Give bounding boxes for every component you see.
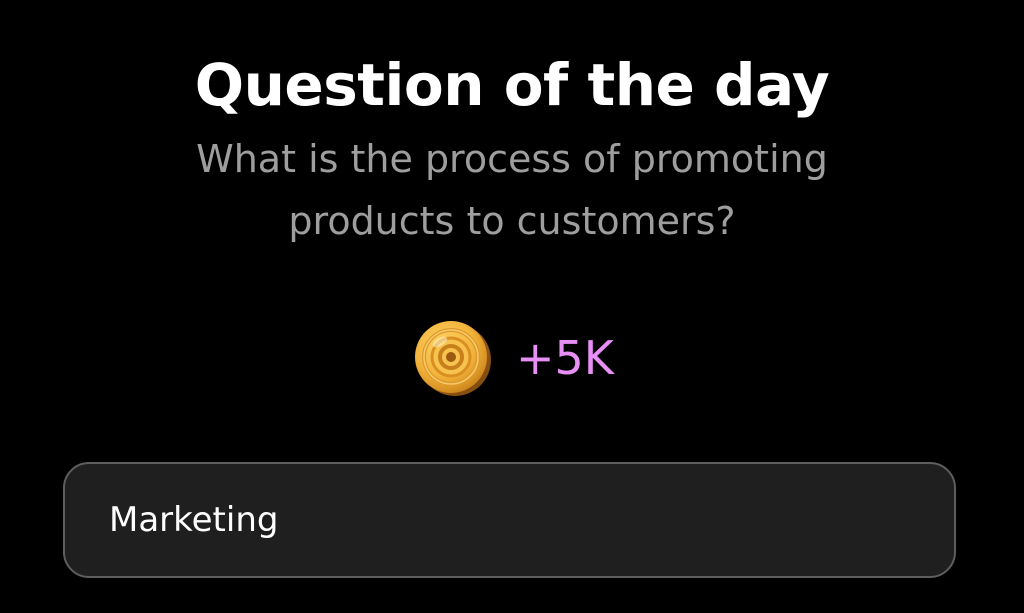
- reward-amount: +5K: [516, 331, 614, 385]
- page-title: Question of the day: [194, 51, 830, 119]
- coin-icon: [415, 321, 491, 396]
- question-text: What is the process of promoting product…: [196, 137, 828, 243]
- answer-value: Marketing: [109, 500, 279, 540]
- reward-row: +5K: [0, 318, 1024, 398]
- answer-field[interactable]: Marketing: [63, 462, 956, 578]
